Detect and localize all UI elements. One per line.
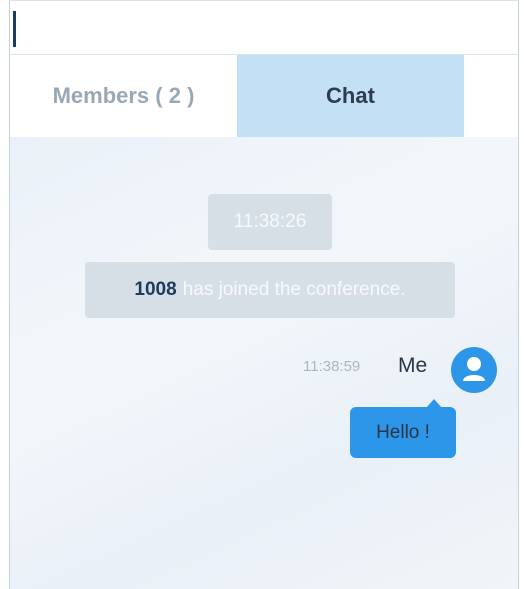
tab-members[interactable]: Members ( 2 ) (10, 55, 237, 137)
tab-chat[interactable]: Chat (237, 55, 464, 146)
message-bubble: Hello ! (350, 399, 456, 458)
message-timestamp: 11:38:59 (303, 358, 361, 375)
tab-bar: Members ( 2 ) Chat (10, 55, 518, 160)
user-avatar-icon (451, 347, 497, 393)
joined-user-id: 1008 (134, 279, 177, 300)
join-notice-text: has joined the conference. (182, 279, 406, 300)
chat-messages-area[interactable]: 11:38:26 1008 has joined the conference.… (10, 137, 518, 589)
chat-input-bar[interactable] (10, 1, 518, 55)
chat-panel: Members ( 2 ) Chat 11:38:26 1008 has joi… (9, 0, 519, 589)
text-cursor (13, 11, 16, 47)
message-sender: Me (398, 354, 428, 377)
system-join-notice: 1008 has joined the conference. (85, 262, 455, 318)
system-timestamp: 11:38:26 (208, 194, 332, 250)
